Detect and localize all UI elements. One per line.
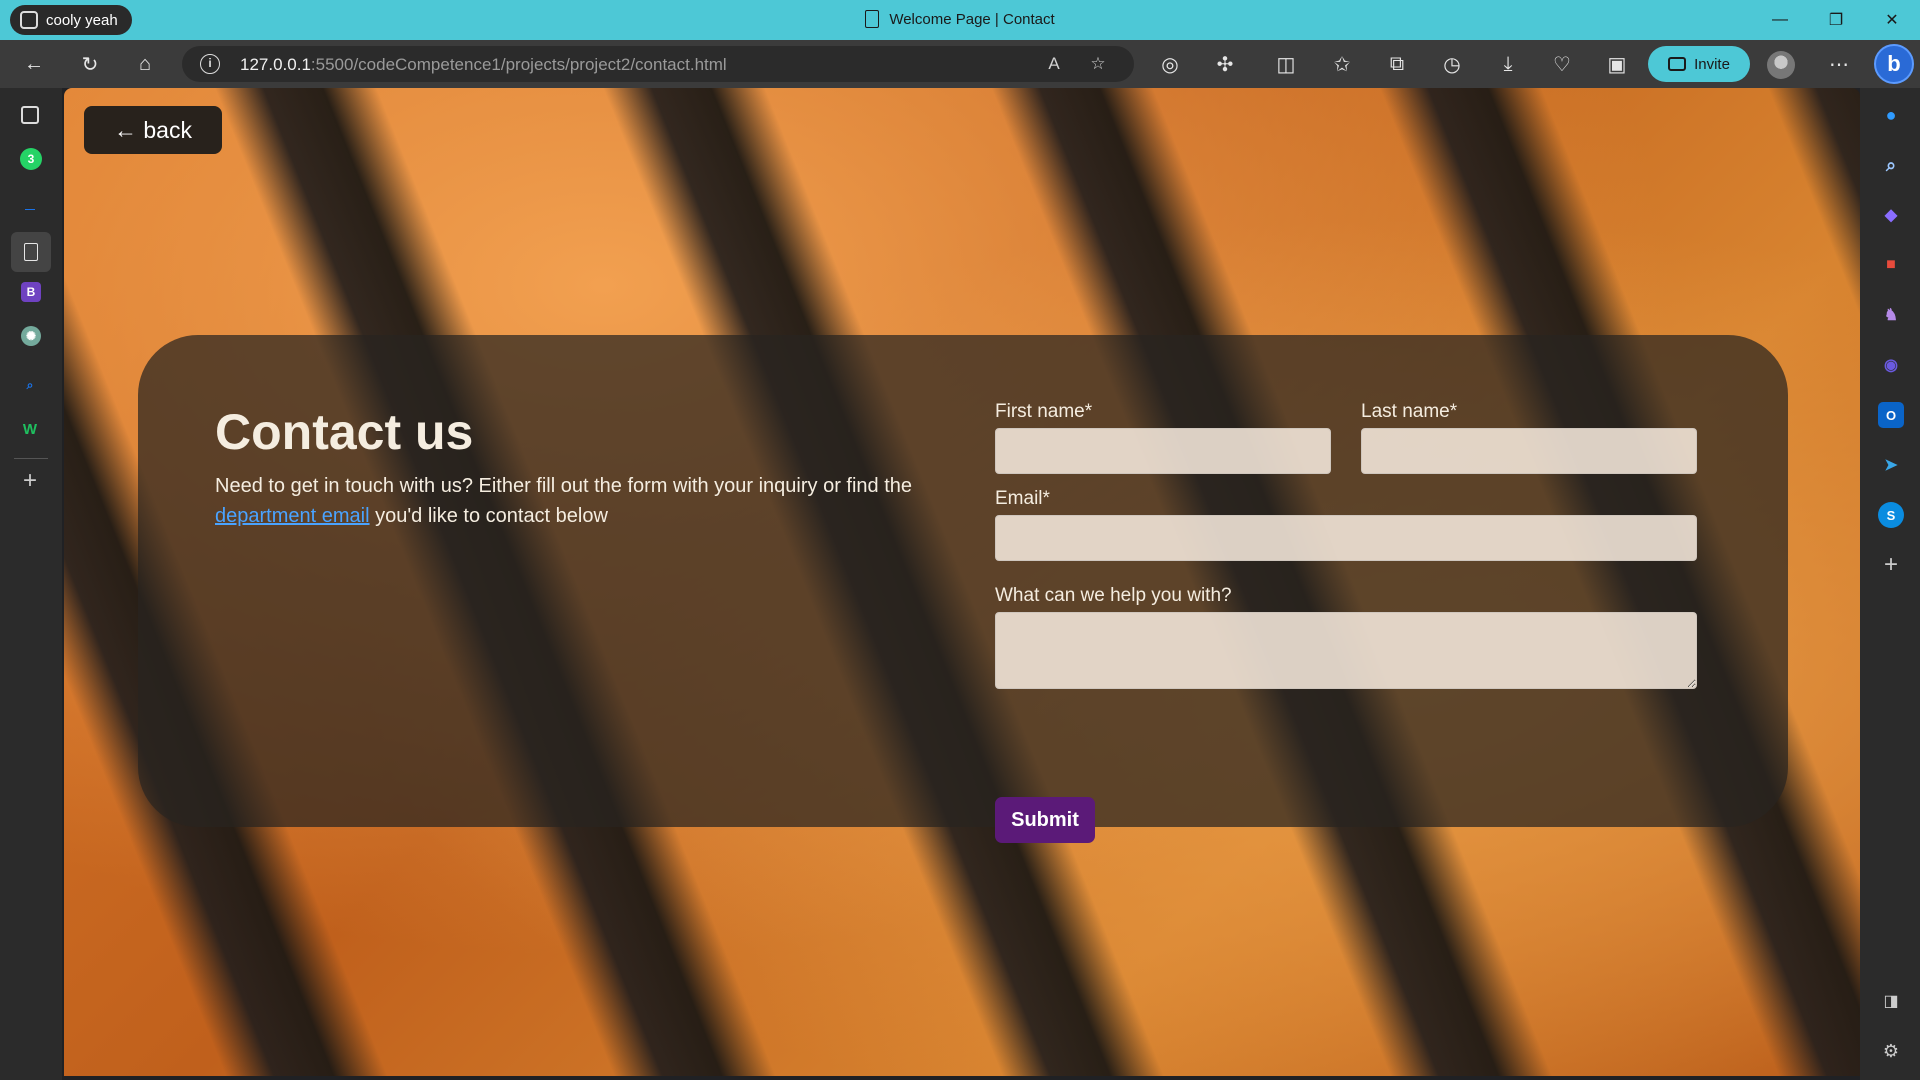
message-textarea[interactable] — [995, 612, 1697, 689]
performance-icon[interactable]: ♡ — [1546, 48, 1578, 80]
url-host: 127.0.0.1 — [240, 55, 311, 74]
sidebar-divider — [14, 458, 48, 459]
history-icon[interactable]: ◷ — [1436, 48, 1468, 80]
minimize-button[interactable]: — — [1752, 0, 1808, 40]
page-icon — [24, 243, 38, 261]
invite-label: Invite — [1694, 55, 1730, 73]
contact-panel: Contact us Need to get in touch with us?… — [138, 335, 1788, 843]
whatsapp-icon[interactable]: 3 — [20, 148, 42, 170]
bootstrap-icon[interactable]: B — [21, 282, 41, 302]
hide-sidebar-icon[interactable]: ◨ — [1878, 988, 1904, 1014]
page-title: Contact us — [215, 404, 474, 460]
invite-button[interactable]: Invite — [1648, 46, 1750, 82]
address-bar[interactable]: i 127.0.0.1:5500/codeCompetence1/project… — [182, 46, 1134, 82]
sidebar-app-icon[interactable]: — — [15, 194, 45, 224]
submit-button[interactable]: Submit — [995, 797, 1095, 843]
left-sidebar: 3 — B ✺ ⌕ W + — [0, 88, 62, 1080]
shopping-tag-icon[interactable]: ◆ — [1878, 202, 1904, 228]
title-bar: cooly yeah Welcome Page | Contact — ❐ ✕ — [0, 0, 1920, 40]
skype-icon[interactable]: S — [1878, 502, 1904, 528]
window-controls: — ❐ ✕ — [1752, 0, 1920, 40]
page-viewport: ← back Contact us Need to get in touch w… — [64, 88, 1860, 1076]
url-text[interactable]: 127.0.0.1:5500/codeCompetence1/projects/… — [240, 55, 727, 75]
drop-send-icon[interactable]: ➤ — [1878, 452, 1904, 478]
home-icon[interactable]: ⌂ — [129, 48, 161, 80]
favorite-star-icon[interactable]: ☆ — [1086, 52, 1110, 76]
bing-copilot-icon[interactable]: b — [1874, 44, 1914, 84]
invite-icon — [1668, 57, 1687, 71]
tools-briefcase-icon[interactable]: ■ — [1878, 252, 1904, 278]
window-title: Welcome Page | Contact — [0, 10, 1920, 28]
extensions-icon[interactable]: ✣ — [1209, 48, 1241, 80]
window-title-text: Welcome Page | Contact — [889, 10, 1055, 28]
math-solver-icon[interactable]: ▣ — [1601, 48, 1633, 80]
whatsapp-badge: 3 — [27, 152, 35, 166]
refresh-icon[interactable]: ↻ — [74, 48, 106, 80]
back-button[interactable]: ← back — [84, 106, 222, 154]
bootstrap-letter: B — [26, 285, 36, 299]
info-icon[interactable]: i — [200, 54, 220, 74]
document-icon — [865, 10, 880, 28]
split-screen-icon[interactable]: ◫ — [1270, 48, 1302, 80]
first-name-field[interactable] — [995, 428, 1331, 474]
settings-gear-icon[interactable]: ⚙ — [1878, 1038, 1904, 1064]
url-path: :5500/codeCompetence1/projects/project2/… — [310, 55, 727, 74]
first-name-label: First name* — [995, 401, 1093, 422]
back-arrow-icon[interactable]: ← — [18, 48, 50, 80]
intro-text-end: you'd like to contact below — [369, 505, 608, 527]
tab-actions-icon[interactable] — [21, 106, 39, 124]
outlook-letter: O — [1885, 407, 1897, 423]
chatgpt-icon[interactable]: ✺ — [21, 326, 41, 346]
webflow-icon[interactable]: W — [15, 414, 45, 444]
collections-icon[interactable]: ⧉ — [1381, 48, 1413, 80]
add-sidebar-app-icon[interactable]: + — [1878, 551, 1904, 578]
close-button[interactable]: ✕ — [1864, 0, 1920, 40]
search-icon[interactable]: ⌕ — [1878, 152, 1904, 178]
games-icon[interactable]: ♞ — [1878, 302, 1904, 328]
email-field[interactable] — [995, 515, 1697, 561]
browser-toolbar: ← ↻ ⌂ i 127.0.0.1:5500/codeCompetence1/p… — [0, 40, 1920, 88]
restore-button[interactable]: ❐ — [1808, 0, 1864, 40]
message-label: What can we help you with? — [995, 585, 1232, 606]
intro-text: Need to get in touch with us? Either fil… — [215, 471, 945, 531]
right-sidebar: ● ⌕ ◆ ■ ♞ ◉ O ➤ S + ◨ ⚙ — [1860, 88, 1920, 1080]
webflow-letter: W — [22, 420, 38, 438]
search-tab-icon[interactable]: ⌕ — [15, 370, 45, 400]
add-tab-icon[interactable]: + — [15, 466, 45, 496]
department-email-link[interactable]: department email — [215, 505, 370, 527]
vertical-tab-contact[interactable] — [11, 232, 51, 272]
intro-text-start: Need to get in touch with us? Either fil… — [215, 475, 913, 497]
downloads-icon[interactable]: ⤓ — [1492, 48, 1524, 80]
outlook-icon[interactable]: O — [1878, 402, 1904, 428]
more-menu-icon[interactable]: ⋯ — [1823, 48, 1855, 80]
email-label: Email* — [995, 488, 1050, 509]
avatar[interactable] — [1767, 51, 1795, 79]
skype-letter: S — [1886, 507, 1896, 523]
notifications-bell-icon[interactable]: ● — [1878, 102, 1904, 128]
tracking-icon[interactable]: ◎ — [1154, 48, 1186, 80]
favorites-icon[interactable]: ✩ — [1326, 48, 1358, 80]
copilot-icon[interactable]: ◉ — [1878, 352, 1904, 378]
last-name-label: Last name* — [1361, 401, 1458, 422]
read-aloud-icon[interactable]: A — [1042, 52, 1066, 76]
last-name-field[interactable] — [1361, 428, 1697, 474]
